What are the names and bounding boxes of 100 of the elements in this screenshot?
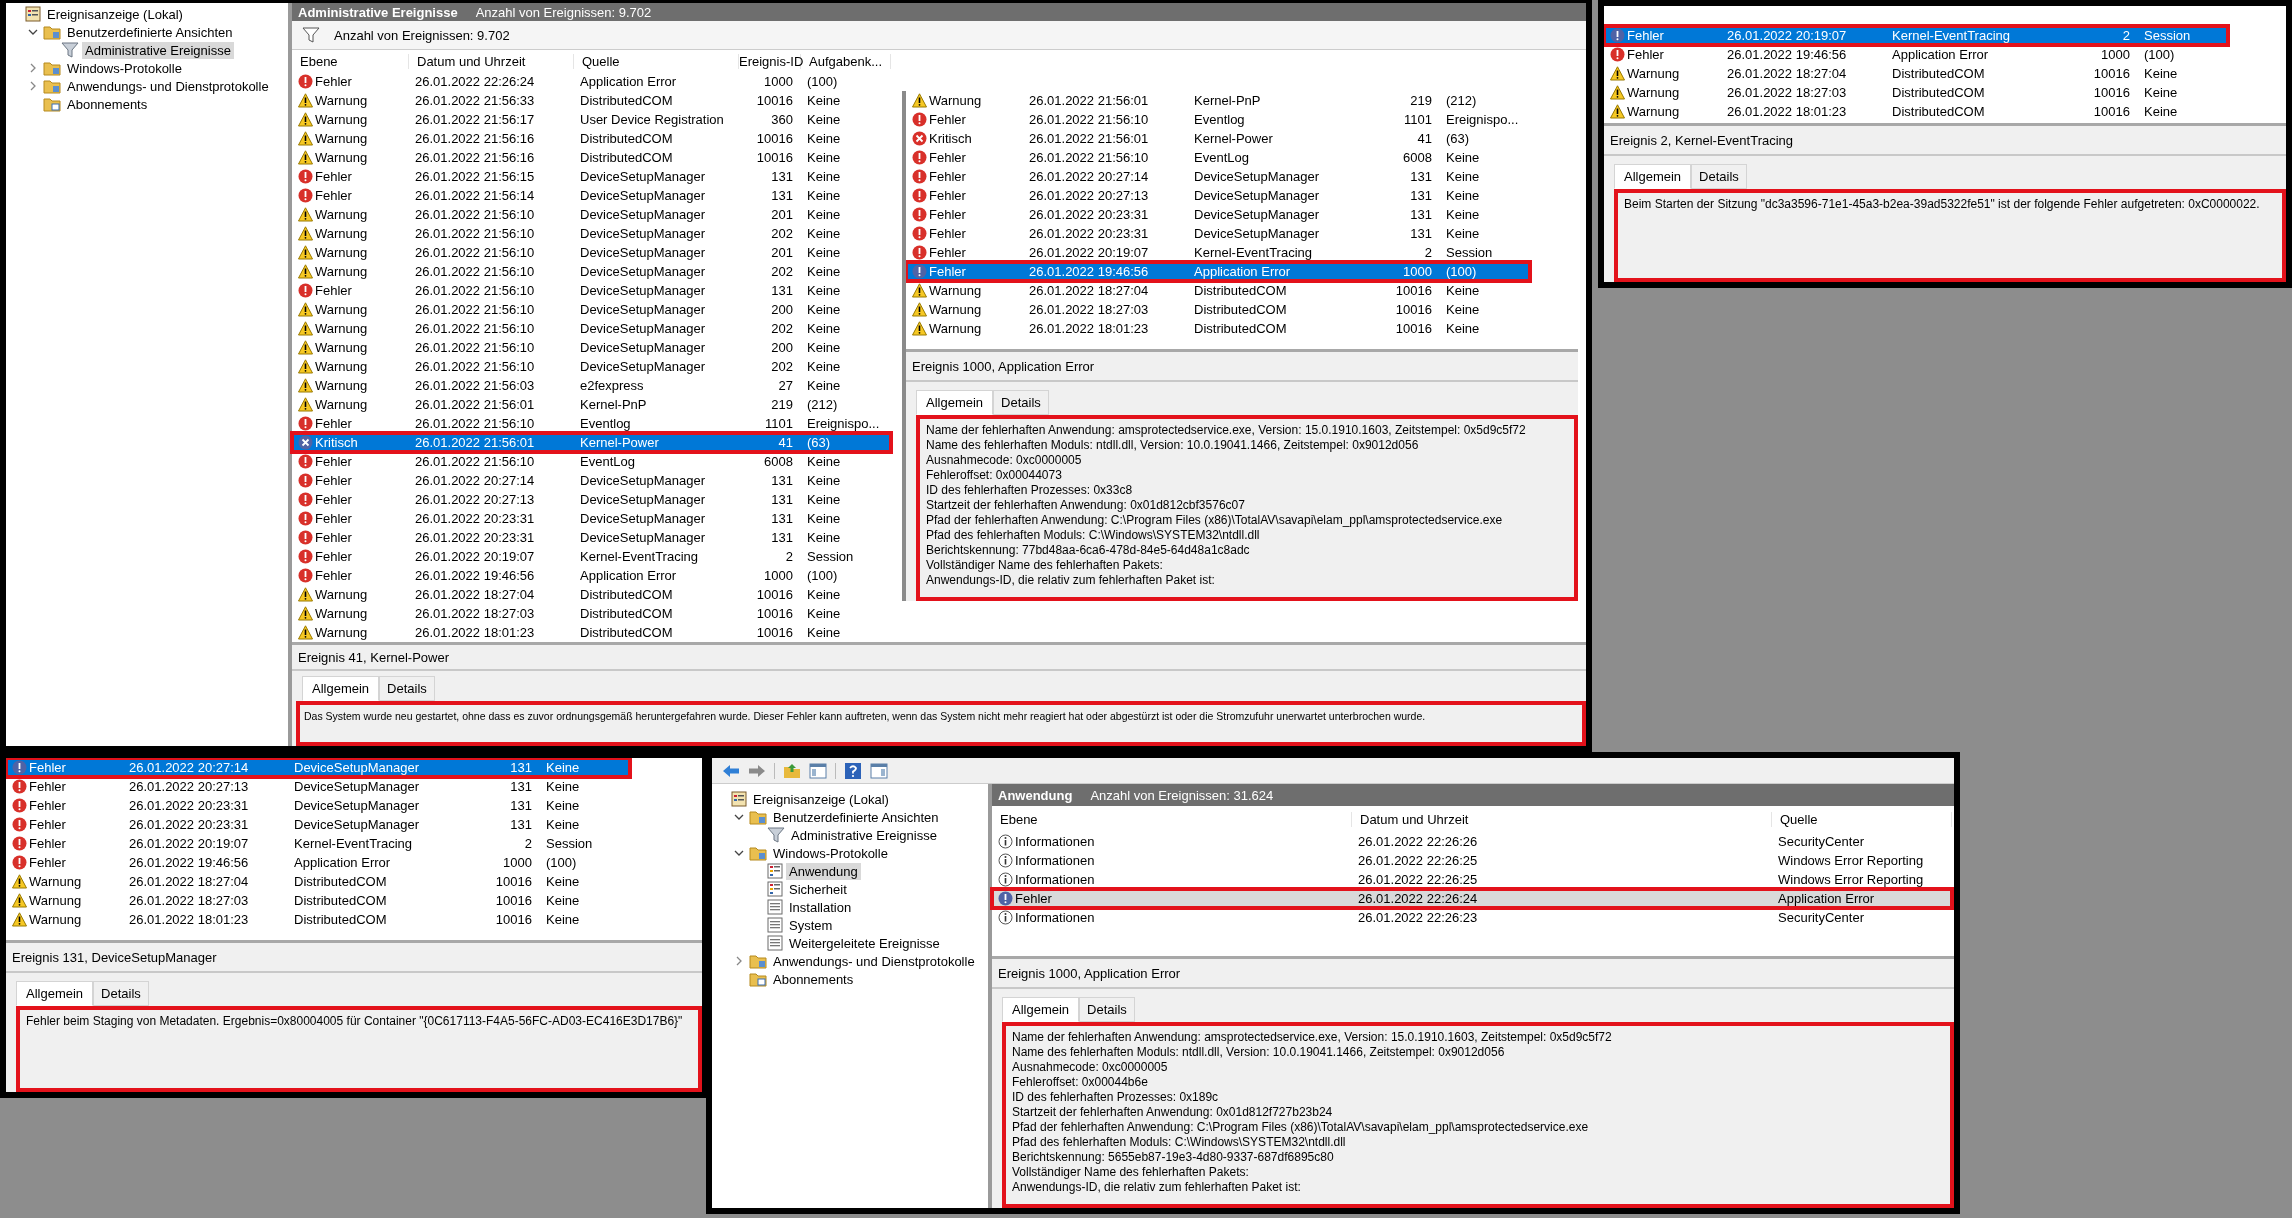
table-row[interactable]: Fehler 26.01.2022 21:56:10 Eventlog 1101 Ereignispo... (906, 110, 1530, 129)
chevron-right-icon[interactable] (734, 956, 744, 966)
table-row[interactable]: Fehler 26.01.2022 21:56:10 DeviceSetupManager 131 Keine (292, 281, 891, 300)
table-row[interactable]: Fehler 26.01.2022 20:23:31 DeviceSetupManager 131 Keine (292, 509, 891, 528)
column-header[interactable]: Datum und Uhrzeit (1352, 811, 1772, 827)
table-row[interactable]: Warnung 26.01.2022 21:56:03 e2fexpress 27 Keine (292, 376, 891, 395)
tree-item[interactable]: Sicherheit (786, 880, 850, 898)
tree-item[interactable]: Windows-Protokolle (770, 844, 891, 862)
table-row[interactable]: Kritisch 26.01.2022 21:56:01 Kernel-Power 41 (63) (906, 129, 1530, 148)
table-row[interactable]: Warnung 26.01.2022 21:56:10 DeviceSetupManager 202 Keine (292, 262, 891, 281)
chevron-right-icon[interactable] (28, 63, 38, 73)
table-row[interactable]: Warnung 26.01.2022 21:56:16 DistributedCOM 10016 Keine (292, 148, 891, 167)
tree-item[interactable]: Anwendungs- und Dienstprotokolle (64, 77, 272, 95)
table-row[interactable]: Warnung 26.01.2022 18:27:03 DistributedCOM 10016 Keine (6, 891, 630, 910)
tab[interactable]: Details (379, 676, 435, 701)
table-row[interactable]: Warnung 26.01.2022 18:27:04 DistributedCOM 10016 Keine (906, 281, 1530, 300)
table-row[interactable]: Warnung 26.01.2022 18:01:23 DistributedCOM 10016 Keine (1604, 102, 2228, 121)
folder-icon[interactable] (783, 762, 801, 779)
tab[interactable]: Allgemein (1614, 164, 1692, 189)
table-row[interactable]: Warnung 26.01.2022 21:56:10 DeviceSetupManager 202 Keine (292, 224, 891, 243)
tree-item[interactable]: Abonnements (770, 970, 857, 988)
column-header[interactable]: Quelle (574, 53, 739, 69)
table-row[interactable]: Fehler 26.01.2022 19:46:56 Application Error 1000 (100) (292, 566, 891, 585)
tab[interactable]: Details (93, 981, 149, 1006)
panel-icon[interactable] (870, 762, 888, 779)
table-row[interactable]: Informationen 26.01.2022 22:26:25 Windows Error Reporting (992, 870, 1952, 889)
table-row[interactable]: Fehler 26.01.2022 19:46:56 Application Error 1000 (100) (6, 853, 630, 872)
table-row[interactable]: Fehler 26.01.2022 20:23:31 DeviceSetupManager 131 Keine (6, 796, 630, 815)
table-row[interactable]: Warnung 26.01.2022 21:56:10 DeviceSetupManager 202 Keine (292, 357, 891, 376)
column-header[interactable]: Datum und Uhrzeit (409, 53, 574, 69)
table-row[interactable]: Fehler 26.01.2022 20:23:31 DeviceSetupManager 131 Keine (292, 528, 891, 547)
tab[interactable]: Allgemein (1002, 997, 1080, 1022)
table-row[interactable]: Informationen 26.01.2022 22:26:26 SecurityCenter (992, 832, 1952, 851)
panel-icon[interactable] (809, 762, 827, 779)
table-row[interactable]: Fehler 26.01.2022 21:56:15 DeviceSetupManager 131 Keine (292, 167, 891, 186)
table-row[interactable]: Warnung 26.01.2022 18:27:03 DistributedCOM 10016 Keine (292, 604, 891, 623)
table-row[interactable]: Kritisch 26.01.2022 21:56:01 Kernel-Power 41 (63) (292, 433, 891, 452)
table-row[interactable]: Fehler 26.01.2022 21:56:14 DeviceSetupManager 131 Keine (292, 186, 891, 205)
table-row[interactable]: Warnung 26.01.2022 21:56:17 User Device Registration 360 Keine (292, 110, 891, 129)
table-row[interactable]: Warnung 26.01.2022 21:56:10 DeviceSetupManager 201 Keine (292, 205, 891, 224)
tree-item[interactable]: Benutzerdefinierte Ansichten (770, 808, 942, 826)
tree-item[interactable]: Benutzerdefinierte Ansichten (64, 23, 236, 41)
table-row[interactable]: Fehler 26.01.2022 20:27:13 DeviceSetupManager 131 Keine (6, 777, 630, 796)
tree-item[interactable]: Windows-Protokolle (64, 59, 185, 77)
chevron-down-icon[interactable] (734, 848, 744, 858)
table-row[interactable]: Warnung 26.01.2022 18:27:04 DistributedCOM 10016 Keine (6, 872, 630, 891)
column-header[interactable]: Ebene (992, 811, 1352, 827)
tab[interactable]: Allgemein (302, 676, 380, 701)
table-row[interactable]: Fehler 26.01.2022 20:27:14 DeviceSetupManager 131 Keine (292, 471, 891, 490)
table-row[interactable]: Fehler 26.01.2022 20:23:31 DeviceSetupManager 131 Keine (906, 205, 1530, 224)
table-row[interactable]: Fehler 26.01.2022 20:19:07 Kernel-EventTracing 2 Session (292, 547, 891, 566)
table-row[interactable]: Fehler 26.01.2022 19:46:56 Application Error 1000 (100) (1604, 45, 2228, 64)
table-row[interactable]: Fehler 26.01.2022 20:23:31 DeviceSetupManager 131 Keine (6, 815, 630, 834)
table-row[interactable]: Fehler 26.01.2022 20:19:07 Kernel-EventTracing 2 Session (1604, 26, 2228, 45)
table-row[interactable]: Warnung 26.01.2022 18:27:04 DistributedCOM 10016 Keine (292, 585, 891, 604)
tree-item[interactable]: Installation (786, 898, 855, 916)
table-row[interactable]: Fehler 26.01.2022 20:23:31 DeviceSetupManager 131 Keine (906, 224, 1530, 243)
table-row[interactable]: Fehler 26.01.2022 20:27:13 DeviceSetupManager 131 Keine (292, 490, 891, 509)
tree-item[interactable]: Anwendungs- und Dienstprotokolle (770, 952, 978, 970)
table-row[interactable]: Warnung 26.01.2022 21:56:33 DistributedCOM 10016 Keine (292, 91, 891, 110)
table-row[interactable]: Warnung 26.01.2022 21:56:10 DeviceSetupManager 202 Keine (292, 319, 891, 338)
table-row[interactable]: Warnung 26.01.2022 18:01:23 DistributedCOM 10016 Keine (292, 623, 891, 642)
table-row[interactable]: Informationen 26.01.2022 22:26:23 SecurityCenter (992, 908, 1952, 927)
tree-item[interactable]: Anwendung (786, 862, 861, 880)
table-row[interactable]: Warnung 26.01.2022 21:56:10 DeviceSetupManager 200 Keine (292, 338, 891, 357)
chevron-down-icon[interactable] (28, 27, 38, 37)
table-row[interactable]: Warnung 26.01.2022 21:56:16 DistributedCOM 10016 Keine (292, 129, 891, 148)
tab[interactable]: Details (1079, 997, 1135, 1022)
table-row[interactable]: Warnung 26.01.2022 18:27:03 DistributedCOM 10016 Keine (1604, 83, 2228, 102)
column-header[interactable]: Ereignis-ID (739, 53, 801, 69)
tree-item[interactable]: Ereignisanzeige (Lokal) (750, 790, 892, 808)
chevron-right-icon[interactable] (28, 81, 38, 91)
tree-item[interactable]: Weitergeleitete Ereignisse (786, 934, 943, 952)
table-row[interactable]: Fehler 26.01.2022 21:56:10 EventLog 6008 Keine (292, 452, 891, 471)
chevron-down-icon[interactable] (734, 812, 744, 822)
tree-item[interactable]: System (786, 916, 836, 934)
table-row[interactable]: Fehler 26.01.2022 20:27:14 DeviceSetupManager 131 Keine (906, 167, 1530, 186)
column-header[interactable]: Quelle (1772, 811, 1952, 827)
table-row[interactable]: Warnung 26.01.2022 18:27:04 DistributedCOM 10016 Keine (1604, 64, 2228, 83)
table-row[interactable]: Warnung 26.01.2022 18:01:23 DistributedCOM 10016 Keine (6, 910, 630, 929)
tab[interactable]: Allgemein (16, 981, 94, 1006)
tree-item[interactable]: Administrative Ereignisse (82, 41, 234, 59)
back-arrow-icon[interactable] (722, 762, 740, 779)
help-icon[interactable] (844, 762, 862, 779)
table-row[interactable]: Warnung 26.01.2022 21:56:01 Kernel-PnP 219 (212) (906, 91, 1530, 110)
tree-item[interactable]: Ereignisanzeige (Lokal) (44, 5, 186, 23)
table-row[interactable]: Fehler 26.01.2022 22:26:24 Application Error (992, 889, 1952, 908)
table-row[interactable]: Warnung 26.01.2022 18:27:03 DistributedCOM 10016 Keine (906, 300, 1530, 319)
tab[interactable]: Allgemein (916, 390, 994, 415)
table-row[interactable]: Fehler 26.01.2022 20:19:07 Kernel-EventTracing 2 Session (6, 834, 630, 853)
table-row[interactable]: Warnung 26.01.2022 21:56:01 Kernel-PnP 219 (212) (292, 395, 891, 414)
table-row[interactable]: Fehler 26.01.2022 20:19:07 Kernel-EventTracing 2 Session (906, 243, 1530, 262)
table-row[interactable]: Fehler 26.01.2022 20:27:13 DeviceSetupManager 131 Keine (906, 186, 1530, 205)
table-row[interactable]: Warnung 26.01.2022 21:56:10 DeviceSetupManager 201 Keine (292, 243, 891, 262)
table-row[interactable]: Fehler 26.01.2022 21:56:10 Eventlog 1101 Ereignispo... (292, 414, 891, 433)
forward-arrow-icon[interactable] (748, 762, 766, 779)
table-row[interactable]: Warnung 26.01.2022 18:01:23 DistributedCOM 10016 Keine (906, 319, 1530, 338)
table-row[interactable]: Fehler 26.01.2022 22:26:24 Application Error 1000 (100) (292, 72, 891, 91)
tab[interactable]: Details (993, 390, 1049, 415)
table-row[interactable]: Warnung 26.01.2022 21:56:10 DeviceSetupManager 200 Keine (292, 300, 891, 319)
